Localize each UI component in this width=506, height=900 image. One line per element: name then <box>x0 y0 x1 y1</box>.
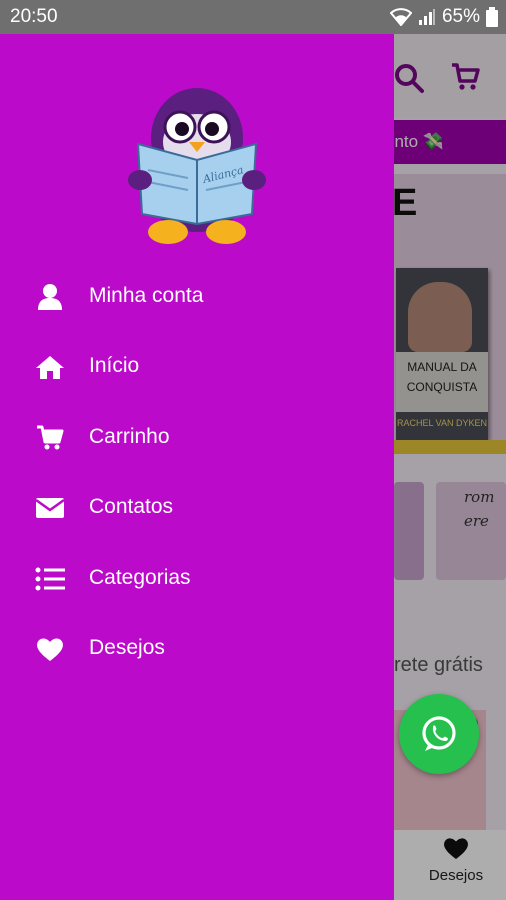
signal-icon <box>418 9 435 25</box>
menu-item-carrinho[interactable]: Carrinho <box>0 403 394 473</box>
status-bar: 20:50 65% <box>0 0 506 34</box>
cart-icon <box>34 423 66 453</box>
battery-percent: 65% <box>441 6 480 27</box>
whatsapp-icon <box>422 716 456 751</box>
menu-label: Desejos <box>89 635 165 659</box>
menu-label: Contatos <box>89 495 174 519</box>
user-icon <box>34 282 66 312</box>
battery-icon <box>486 7 498 27</box>
menu-label: Carrinho <box>89 424 170 448</box>
navigation-drawer: Aliança Minha conta Início Carrinho Cont… <box>0 34 394 900</box>
menu-item-desejos[interactable]: Desejos <box>0 614 394 684</box>
menu-item-inicio[interactable]: Início <box>0 332 394 402</box>
status-icons: 65% <box>389 6 498 28</box>
home-icon <box>34 352 66 382</box>
status-time: 20:50 <box>10 6 58 27</box>
menu-label: Minha conta <box>89 284 204 307</box>
whatsapp-button[interactable] <box>399 694 479 774</box>
menu-item-contatos[interactable]: Contatos <box>0 473 394 543</box>
menu-item-categorias[interactable]: Categorias <box>0 544 394 614</box>
penguin-mascot-logo: Aliança <box>128 88 266 244</box>
menu-item-minha-conta[interactable]: Minha conta <box>0 262 394 332</box>
envelope-icon <box>34 493 66 523</box>
drawer-menu: Minha conta Início Carrinho Contatos Cat… <box>0 262 394 684</box>
heart-icon <box>34 634 66 664</box>
list-icon <box>34 564 66 594</box>
wifi-icon <box>389 8 412 26</box>
menu-label: Categorias <box>89 565 191 589</box>
menu-label: Início <box>89 354 140 378</box>
